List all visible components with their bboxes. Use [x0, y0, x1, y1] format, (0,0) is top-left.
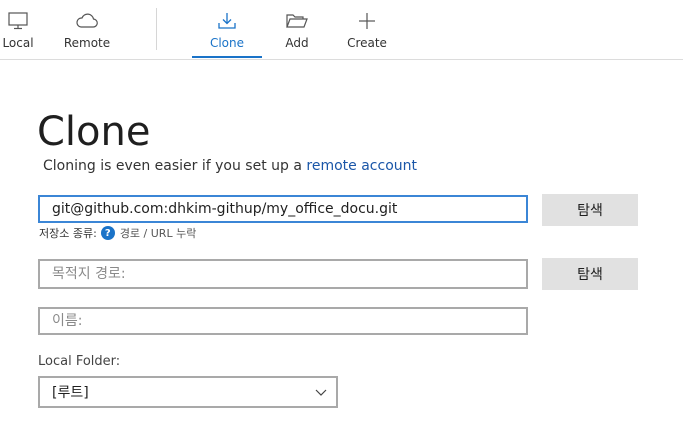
folder-open-icon	[285, 10, 309, 32]
help-icon[interactable]: ?	[100, 226, 115, 240]
tab-create-label: Create	[347, 36, 387, 50]
name-input[interactable]	[38, 307, 528, 335]
page-subtitle: Cloning is even easier if you set up a r…	[43, 158, 417, 174]
monitor-icon	[6, 10, 30, 32]
repo-type-hint: 저장소 종류: ? 경로 / URL 누락	[39, 225, 196, 241]
clone-dialog: Local Remote Clone Add Create Clone Clon…	[0, 0, 683, 437]
tab-local-label: Local	[2, 36, 34, 50]
tab-add[interactable]: Add	[276, 0, 318, 58]
local-folder-select[interactable]: [루트]	[38, 376, 338, 408]
local-folder-label: Local Folder:	[38, 354, 121, 369]
source-url-input[interactable]	[38, 195, 528, 223]
tab-clone[interactable]: Clone	[192, 0, 262, 58]
download-icon	[215, 10, 239, 32]
toolbar: Local Remote Clone Add Create	[0, 0, 683, 60]
destination-browse-button[interactable]: 탐색	[542, 258, 638, 290]
tab-remote-label: Remote	[63, 36, 111, 50]
tab-local[interactable]: Local	[0, 0, 36, 58]
subtitle-text: Cloning is even easier if you set up a	[43, 158, 302, 174]
repo-type-status: 경로 / URL 누락	[119, 227, 197, 240]
cloud-icon	[75, 10, 99, 32]
repo-type-label: 저장소 종류:	[39, 227, 97, 240]
tab-clone-label: Clone	[209, 36, 245, 50]
page-title: Clone	[37, 109, 151, 155]
tab-remote[interactable]: Remote	[60, 0, 114, 58]
toolbar-separator	[156, 8, 157, 50]
destination-path-input[interactable]	[38, 259, 528, 289]
tab-create[interactable]: Create	[344, 0, 390, 58]
tab-add-label: Add	[285, 36, 309, 50]
local-folder-selected: [루트]	[52, 385, 89, 401]
plus-icon	[355, 10, 379, 32]
remote-account-link[interactable]: remote account	[306, 158, 417, 174]
chevron-down-icon	[314, 386, 328, 402]
source-browse-button[interactable]: 탐색	[542, 194, 638, 226]
active-tab-indicator	[192, 56, 262, 58]
